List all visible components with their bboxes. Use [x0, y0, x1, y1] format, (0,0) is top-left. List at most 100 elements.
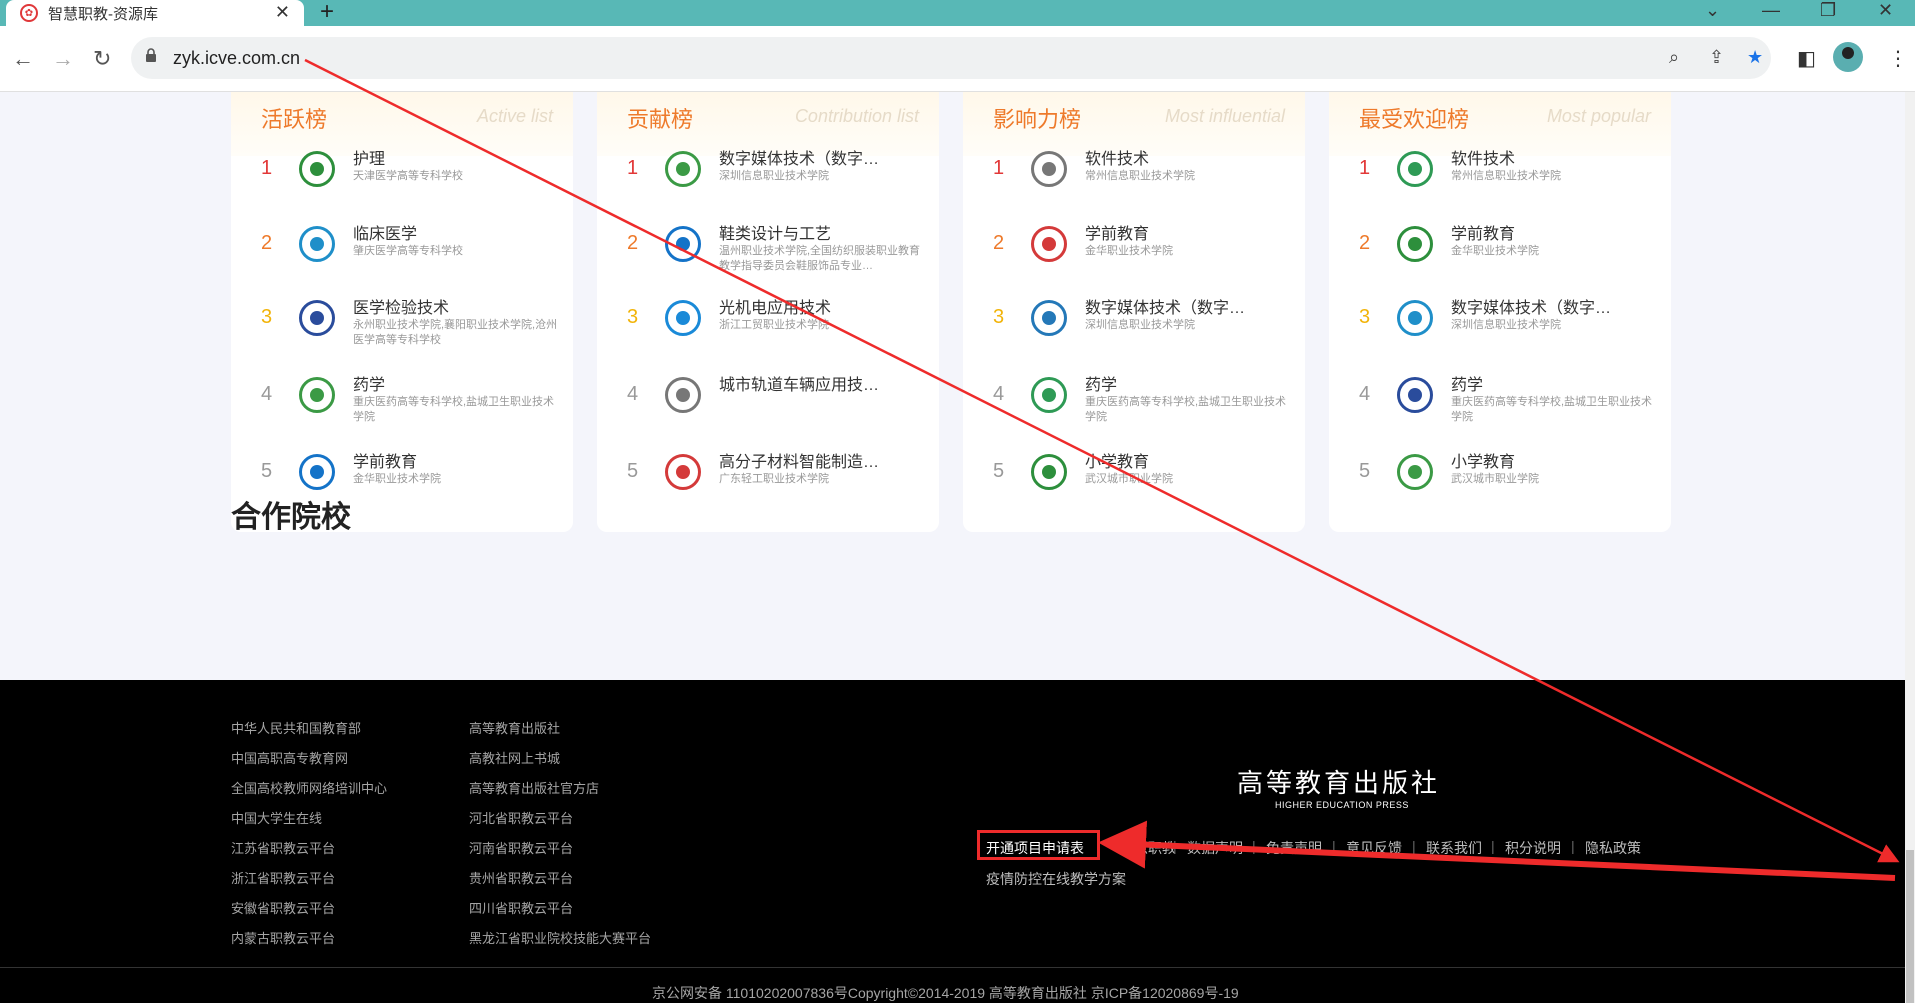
footer-link[interactable]: 中华人民共和国教育部: [231, 718, 361, 737]
footer-link[interactable]: 河南省职教云平台: [469, 838, 573, 857]
school-logo-icon[interactable]: [1397, 151, 1433, 187]
resource-name-link[interactable]: 学前教育: [353, 448, 417, 472]
epidemic-teaching-link[interactable]: 疫情防控在线教学方案: [986, 869, 1126, 889]
zoom-icon[interactable]: ⌕: [1669, 47, 1679, 68]
footer-link[interactable]: 安徽省职教云平台: [231, 898, 335, 917]
footer-link[interactable]: 中国高职高专教育网: [231, 748, 348, 767]
resource-name-link[interactable]: 医学检验技术: [353, 294, 449, 318]
footer-menu-link[interactable]: 积分说明: [1505, 838, 1561, 858]
school-names: 广东轻工职业技术学院: [719, 473, 829, 485]
resource-name-link[interactable]: 学前教育: [1451, 220, 1515, 244]
school-logo-icon[interactable]: [665, 377, 701, 413]
card-header: 活跃榜 Active list: [231, 92, 573, 156]
card-title: 最受欢迎榜: [1359, 107, 1470, 132]
resource-name-link[interactable]: 软件技术: [1085, 145, 1149, 169]
resource-name-link[interactable]: 药学: [1451, 371, 1483, 395]
address-bar[interactable]: zyk.icve.com.cn ⌕ ⇪ ★: [131, 37, 1771, 79]
side-panel-icon[interactable]: ◧: [1797, 46, 1816, 71]
new-tab-icon[interactable]: +: [320, 0, 334, 24]
school-logo-icon[interactable]: [299, 454, 335, 490]
school-names: 深圳信息职业技术学院: [719, 170, 829, 182]
school-logo-icon[interactable]: [1397, 377, 1433, 413]
browser-tab[interactable]: ✿ 智慧职教-资源库 ✕: [6, 0, 304, 26]
scrollbar-thumb[interactable]: [1906, 850, 1914, 1003]
ranking-card: 最受欢迎榜 Most popular 1 软件技术 常州信息职业技术学院 2 学前教育 金华职…: [1329, 92, 1671, 532]
school-logo-icon[interactable]: [665, 151, 701, 187]
school-logo-icon[interactable]: [299, 226, 335, 262]
forward-arrow-icon[interactable]: →: [52, 46, 74, 72]
footer-menu-link[interactable]: 隐私政策: [1585, 838, 1641, 858]
school-logo-icon[interactable]: [665, 226, 701, 262]
footer-menu-link[interactable]: 免责声明: [1266, 838, 1322, 858]
resource-name-link[interactable]: 光机电应用技术: [719, 294, 831, 318]
card-title-en: Active list: [476, 106, 553, 126]
close-tab-icon[interactable]: ✕: [275, 2, 290, 23]
rank-number: 5: [1359, 460, 1371, 482]
footer-link[interactable]: 浙江省职教云平台: [231, 868, 335, 887]
partner-schools-heading: 合作院校: [231, 501, 351, 534]
resource-name-link[interactable]: 高分子材料智能制造…: [719, 448, 879, 472]
resource-name-link[interactable]: 软件技术: [1451, 145, 1515, 169]
reload-icon[interactable]: ↻: [93, 46, 111, 72]
profile-avatar[interactable]: [1833, 42, 1863, 72]
resource-name-link[interactable]: 药学: [353, 371, 385, 395]
footer-link[interactable]: 全国高校教师网络培训中心: [231, 778, 387, 797]
rank-number: 4: [261, 383, 273, 405]
bookmark-star-icon[interactable]: ★: [1747, 47, 1763, 68]
resource-name-link[interactable]: 数字媒体技术（数字…: [1451, 294, 1611, 318]
footer-menu-link[interactable]: 意见反馈: [1346, 838, 1402, 858]
resource-name-link[interactable]: 药学: [1085, 371, 1117, 395]
resource-name-link[interactable]: 护理: [353, 145, 385, 169]
school-logo-icon[interactable]: [665, 300, 701, 336]
school-logo-icon[interactable]: [299, 377, 335, 413]
footer-link[interactable]: 四川省职教云平台: [469, 898, 573, 917]
menu-kebab-icon[interactable]: ⋮: [1888, 46, 1908, 71]
share-icon[interactable]: ⇪: [1709, 47, 1724, 68]
restore-icon[interactable]: ❐: [1820, 0, 1836, 21]
school-logo-icon[interactable]: [1397, 454, 1433, 490]
school-logo-icon[interactable]: [665, 454, 701, 490]
resource-name-link[interactable]: 小学教育: [1451, 448, 1515, 472]
footer-menu-link[interactable]: 数据声明: [1187, 838, 1243, 858]
school-logo-icon[interactable]: [299, 300, 335, 336]
resource-name-link[interactable]: 数字媒体技术（数字…: [719, 145, 879, 169]
resource-name-link[interactable]: 城市轨道车辆应用技…: [719, 371, 879, 395]
footer-link[interactable]: 贵州省职教云平台: [469, 868, 573, 887]
footer-link[interactable]: 高教社网上书城: [469, 748, 560, 767]
footer-menu-link[interactable]: 智慧职教: [1120, 838, 1176, 858]
minimize-icon[interactable]: —: [1762, 0, 1780, 21]
school-logo-icon[interactable]: [1031, 300, 1067, 336]
back-arrow-icon[interactable]: ←: [12, 46, 34, 72]
resource-name-link[interactable]: 临床医学: [353, 220, 417, 244]
school-names: 武汉城市职业学院: [1451, 473, 1539, 485]
footer-link[interactable]: 高等教育出版社: [469, 718, 560, 737]
school-names: 常州信息职业技术学院: [1451, 170, 1561, 182]
rank-number: 1: [993, 157, 1005, 179]
footer-divider: [0, 967, 1905, 968]
resource-name-link[interactable]: 数字媒体技术（数字…: [1085, 294, 1245, 318]
footer-link[interactable]: 黑龙江省职业院校技能大赛平台: [469, 928, 651, 947]
school-logo-icon[interactable]: [1031, 151, 1067, 187]
footer-link[interactable]: 内蒙古职教云平台: [231, 928, 335, 947]
footer-link[interactable]: 中国大学生在线: [231, 808, 322, 827]
footer-link[interactable]: 江苏省职教云平台: [231, 838, 335, 857]
resource-name-link[interactable]: 学前教育: [1085, 220, 1149, 244]
resource-name-link[interactable]: 鞋类设计与工艺: [719, 220, 831, 244]
school-logo-icon[interactable]: [1397, 300, 1433, 336]
school-logo-icon[interactable]: [1397, 226, 1433, 262]
resource-name-link[interactable]: 小学教育: [1085, 448, 1149, 472]
footer-link[interactable]: 河北省职教云平台: [469, 808, 573, 827]
footer-link[interactable]: 高等教育出版社官方店: [469, 778, 599, 797]
rank-number: 2: [261, 232, 273, 254]
school-logo-icon[interactable]: [299, 151, 335, 187]
ranking-card: 贡献榜 Contribution list 1 数字媒体技术（数字… 深圳信息职业技术学…: [597, 92, 939, 532]
menu-separator: |: [1571, 838, 1575, 854]
school-logo-icon[interactable]: [1031, 454, 1067, 490]
school-names: 武汉城市职业学院: [1085, 473, 1173, 485]
publisher-logo-en: HIGHER EDUCATION PRESS: [1275, 800, 1409, 810]
close-window-icon[interactable]: ✕: [1878, 0, 1893, 21]
school-logo-icon[interactable]: [1031, 377, 1067, 413]
school-logo-icon[interactable]: [1031, 226, 1067, 262]
tab-search-chevron-down-icon[interactable]: ⌄: [1705, 0, 1720, 21]
footer-menu-link[interactable]: 联系我们: [1426, 838, 1482, 858]
